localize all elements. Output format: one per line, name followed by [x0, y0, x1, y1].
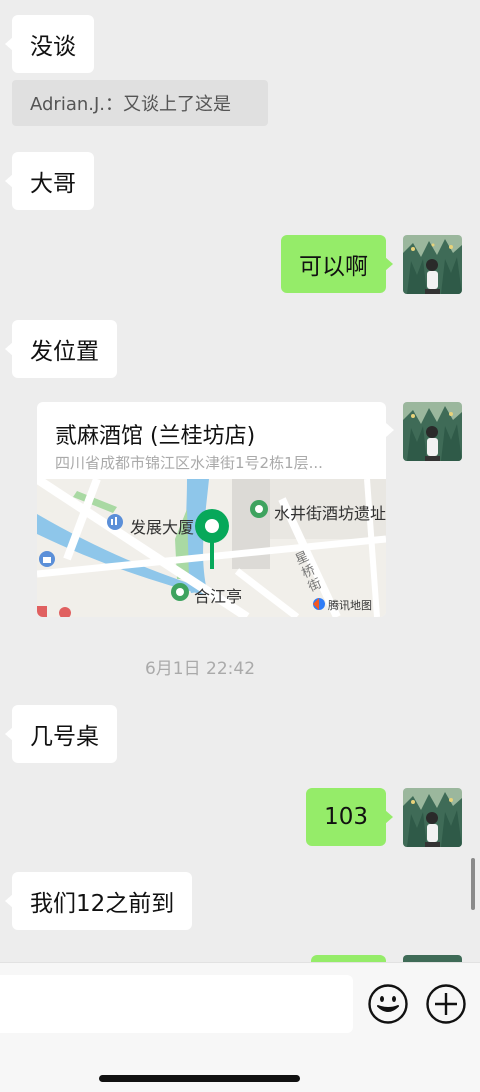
- map-preview[interactable]: 发展大厦 水井街酒坊遗址 合江亭 星桥街 腾讯地图: [37, 479, 386, 617]
- quoted-message[interactable]: Adrian.J.：又谈上了这是: [12, 80, 268, 126]
- message-text: 可以啊: [299, 254, 368, 280]
- avatar[interactable]: [403, 402, 462, 461]
- map-poi-label: 水井街酒坊遗址: [274, 504, 386, 523]
- location-card-tail: [386, 423, 394, 437]
- quoted-message-text: Adrian.J.：又谈上了这是: [30, 94, 232, 115]
- location-address: 四川省成都市锦江区水津街1号2栋1层...: [55, 454, 323, 472]
- map-poi-label: 合江亭: [194, 587, 243, 606]
- avatar[interactable]: [403, 235, 462, 294]
- message-bubble-received[interactable]: 几号桌: [5, 705, 117, 763]
- avatar[interactable]: [403, 788, 462, 847]
- home-indicator[interactable]: [99, 1075, 300, 1082]
- message-text: 几号桌: [30, 724, 99, 750]
- map-poi-label: 发展大厦: [130, 518, 195, 537]
- message-bubble-received[interactable]: 发位置: [5, 320, 117, 378]
- plus-icon[interactable]: [425, 983, 467, 1025]
- message-bubble-sent[interactable]: 可以啊: [281, 235, 393, 293]
- message-text: 我们12之前到: [30, 891, 175, 917]
- message-bubble-received[interactable]: 我们12之前到: [4, 872, 193, 930]
- message-input[interactable]: [0, 975, 353, 1033]
- input-bar: [0, 962, 480, 1092]
- message-bubble-sent[interactable]: 103: [306, 788, 393, 846]
- message-text: 大哥: [30, 171, 76, 197]
- timestamp: 6月1日 22:42: [144, 659, 256, 679]
- scrollbar[interactable]: [471, 858, 475, 910]
- message-text: 发位置: [30, 339, 99, 365]
- map-provider-label: 腾讯地图: [328, 599, 372, 612]
- message-bubble-received[interactable]: 大哥: [5, 152, 94, 210]
- message-bubble-received[interactable]: 没谈: [5, 15, 94, 73]
- message-text: 没谈: [30, 34, 76, 60]
- location-title: 贰麻酒馆 (兰桂坊店): [55, 424, 256, 449]
- emoji-icon[interactable]: [367, 983, 409, 1025]
- location-card[interactable]: 贰麻酒馆 (兰桂坊店) 四川省成都市锦江区水津街1号2栋1层... 发展大厦 水…: [37, 402, 386, 617]
- message-text: 103: [324, 804, 368, 830]
